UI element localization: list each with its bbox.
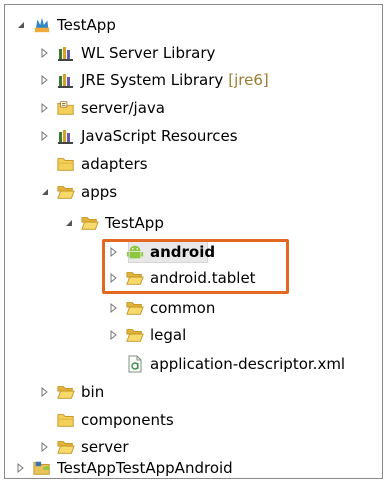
tree-item-adapters[interactable]: adapters — [39, 153, 148, 175]
tree-item-label: components — [81, 411, 174, 429]
expanded-arrow-icon[interactable] — [63, 217, 75, 229]
collapsed-arrow-icon[interactable] — [15, 462, 27, 474]
tree-item-common[interactable]: common — [108, 297, 215, 319]
tree-item-label: application-descriptor.xml — [150, 355, 346, 373]
tree-item-label: bin — [81, 383, 105, 401]
tree-item-label: TestAppTestAppAndroid — [57, 459, 233, 477]
tree-item-label: JRE System Library — [81, 71, 224, 89]
folder-icon — [57, 411, 75, 429]
tree-item-testapp-android-project[interactable]: TestAppTestAppAndroid — [15, 457, 233, 479]
tree-item-components[interactable]: components — [39, 409, 174, 431]
open-folder-icon — [57, 183, 75, 201]
open-folder-icon — [57, 438, 75, 456]
expanded-arrow-icon[interactable] — [15, 19, 27, 31]
folder-icon — [57, 155, 75, 173]
worklight-project-icon — [33, 16, 51, 34]
library-icon — [57, 127, 75, 145]
tree-item-testapp-root[interactable]: TestApp — [15, 14, 116, 36]
collapsed-arrow-icon[interactable] — [108, 302, 120, 314]
library-icon — [57, 44, 75, 62]
tree-item-bin[interactable]: bin — [39, 381, 104, 403]
tree-item-server[interactable]: server — [39, 436, 128, 458]
tree-item-server-java[interactable]: server/java — [39, 97, 165, 119]
tree-item-label: TestApp — [57, 16, 116, 34]
tree-item-label: server/java — [81, 99, 165, 117]
open-folder-icon — [126, 299, 144, 317]
open-folder-icon — [81, 214, 99, 232]
tree-item-application-descriptor[interactable]: application-descriptor.xml — [108, 353, 345, 375]
collapsed-arrow-icon[interactable] — [39, 74, 51, 86]
tree-item-label: apps — [81, 183, 118, 201]
library-icon — [57, 71, 75, 89]
tree-item-label: server — [81, 438, 129, 456]
tree-item-legal[interactable]: legal — [108, 324, 186, 346]
open-folder-icon — [57, 383, 75, 401]
tree-item-label: adapters — [81, 155, 148, 173]
collapsed-arrow-icon[interactable] — [39, 130, 51, 142]
tree-item-label: WL Server Library — [81, 44, 216, 62]
highlight-box — [102, 239, 289, 294]
collapsed-arrow-icon[interactable] — [39, 47, 51, 59]
collapsed-arrow-icon[interactable] — [108, 329, 120, 341]
android-project-icon — [33, 459, 51, 477]
source-folder-icon — [57, 99, 75, 117]
open-folder-icon — [126, 326, 144, 344]
tree-item-label: common — [150, 299, 216, 317]
project-tree: TestApp WL Server Library JRE System Lib… — [5, 5, 382, 478]
expanded-arrow-icon[interactable] — [39, 186, 51, 198]
tree-item-label: legal — [150, 326, 187, 344]
tree-item-apps[interactable]: apps — [39, 181, 117, 203]
tree-item-apps-testapp[interactable]: TestApp — [63, 212, 164, 234]
tree-item-javascript-resources[interactable]: JavaScript Resources — [39, 125, 238, 147]
tree-item-jre-system-library[interactable]: JRE System Library [jre6] — [39, 69, 269, 91]
tree-item-label: TestApp — [105, 214, 164, 232]
collapsed-arrow-icon[interactable] — [39, 102, 51, 114]
collapsed-arrow-icon[interactable] — [39, 441, 51, 453]
tree-item-label: JavaScript Resources — [81, 127, 238, 145]
tree-item-wl-server-library[interactable]: WL Server Library — [39, 42, 215, 64]
jre-decoration: [jre6] — [228, 71, 269, 89]
xml-file-icon — [126, 355, 144, 373]
project-explorer: TestApp WL Server Library JRE System Lib… — [4, 4, 383, 479]
collapsed-arrow-icon[interactable] — [39, 386, 51, 398]
